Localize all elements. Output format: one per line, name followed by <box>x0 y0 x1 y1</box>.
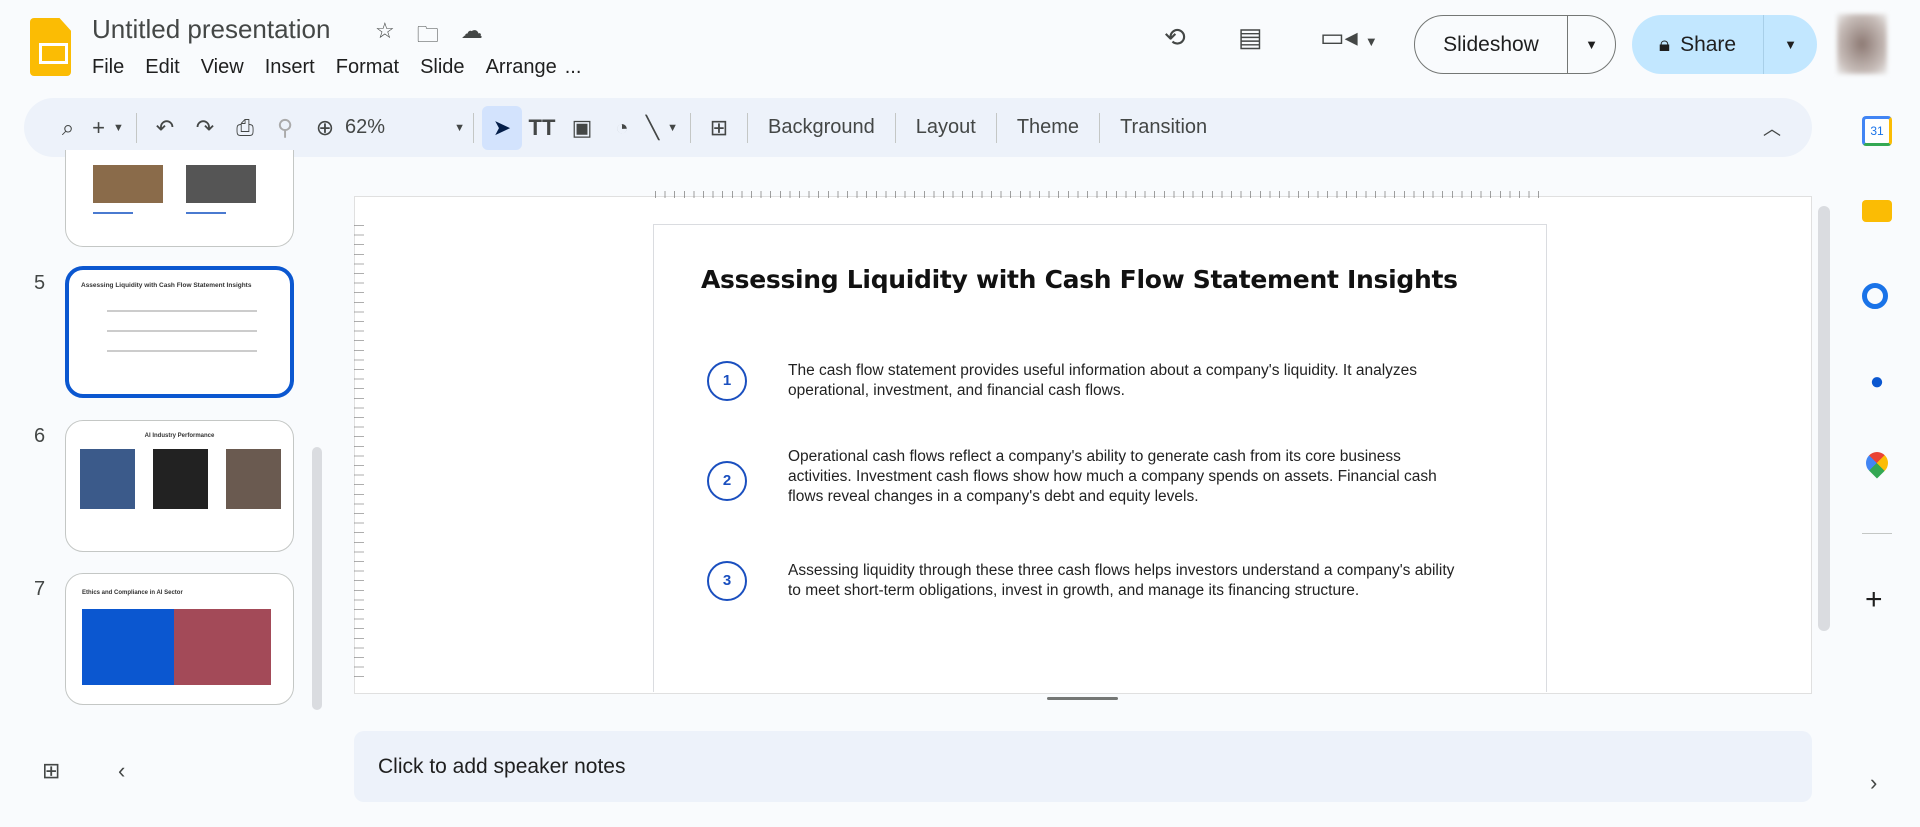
menu-format[interactable]: Format <box>336 56 399 79</box>
step-number-circle: 3 <box>707 561 747 601</box>
slide-number: 7 <box>34 578 46 600</box>
notes-resize-handle[interactable] <box>1047 697 1118 700</box>
meet-icon[interactable]: ▭◂ ▼ <box>1320 22 1378 53</box>
slide-title[interactable]: Assessing Liquidity with Cash Flow State… <box>701 265 1458 294</box>
collapse-toolbar-icon[interactable]: ︿ <box>1752 106 1792 150</box>
move-folder-icon[interactable]: 🗀 <box>417 18 439 56</box>
expand-side-panel-icon[interactable]: › <box>1870 770 1877 796</box>
slide-thumbnail-4[interactable] <box>65 150 294 247</box>
zoom-icon[interactable]: ⊕ <box>305 106 345 150</box>
cloud-saved-icon[interactable]: ☁ <box>461 18 483 56</box>
canvas-scrollbar[interactable] <box>1818 206 1830 631</box>
step-text[interactable]: Assessing liquidity through these three … <box>788 561 1468 601</box>
select-cursor-icon[interactable]: ➤ <box>482 105 522 150</box>
slideshow-dropdown-icon[interactable]: ▼ <box>1568 37 1615 52</box>
menu-more[interactable]: ... <box>565 56 582 79</box>
step-text[interactable]: The cash flow statement provides useful … <box>788 361 1468 401</box>
share-button[interactable]: 🔒︎ Share ▼ <box>1632 15 1817 74</box>
grid-view-icon[interactable]: ⊞ <box>42 758 60 784</box>
menu-bar: File Edit View Insert Format Slide Arran… <box>92 56 602 79</box>
slideshow-button[interactable]: Slideshow ▼ <box>1414 15 1616 74</box>
slideshow-label[interactable]: Slideshow <box>1415 16 1568 73</box>
speaker-notes[interactable]: Click to add speaker notes <box>354 731 1812 802</box>
print-icon[interactable]: ⎙ <box>225 106 265 150</box>
zoom-value: 62% <box>345 116 386 138</box>
menu-insert[interactable]: Insert <box>265 56 315 79</box>
side-panel-divider <box>1862 533 1892 534</box>
step-number-circle: 1 <box>707 361 747 401</box>
text-box-icon[interactable]: TT <box>522 106 562 150</box>
slides-logo[interactable] <box>30 18 71 76</box>
tasks-icon[interactable] <box>1862 283 1888 309</box>
zoom-select[interactable]: 62% ▼ <box>345 106 465 150</box>
new-slide-icon[interactable]: + ▼ <box>88 106 128 150</box>
layout-button[interactable]: Layout <box>904 116 988 139</box>
menu-slide[interactable]: Slide <box>420 56 464 79</box>
menu-view[interactable]: View <box>201 56 244 79</box>
lock-icon: 🔒︎ <box>1658 32 1671 56</box>
avatar[interactable] <box>1837 14 1887 74</box>
calendar-day: 31 <box>1870 124 1884 138</box>
contacts-icon[interactable]: ● <box>1862 368 1892 398</box>
maps-icon[interactable] <box>1861 447 1893 479</box>
filmstrip-scrollbar[interactable] <box>312 447 322 710</box>
paint-format-icon[interactable]: ⚲ <box>265 106 305 150</box>
share-dropdown-icon[interactable]: ▼ <box>1764 37 1817 52</box>
transition-button[interactable]: Transition <box>1108 116 1219 139</box>
theme-button[interactable]: Theme <box>1005 116 1091 139</box>
keep-icon[interactable] <box>1862 200 1892 222</box>
add-comment-icon[interactable]: ⊞ <box>699 106 739 150</box>
image-icon[interactable]: ▣ <box>562 106 602 150</box>
thumbnail-title: Ethics and Compliance in AI Sector <box>82 590 183 596</box>
slide-number: 5 <box>34 272 46 294</box>
step-number-circle: 2 <box>707 461 747 501</box>
thumbnail-title: AI Industry Performance <box>144 433 215 439</box>
slide-thumbnail-7[interactable]: Ethics and Compliance in AI Sector <box>65 573 294 705</box>
menu-edit[interactable]: Edit <box>145 56 179 79</box>
slide-thumbnail-6[interactable]: AI Industry Performance <box>65 420 294 552</box>
menu-arrange[interactable]: Arrange <box>486 56 557 79</box>
menu-file[interactable]: File <box>92 56 124 79</box>
comments-icon[interactable]: ▤ <box>1238 22 1263 53</box>
undo-icon[interactable]: ↶ <box>145 106 185 150</box>
star-icon[interactable]: ☆ <box>375 18 395 56</box>
document-title[interactable]: Untitled presentation <box>92 14 330 45</box>
horizontal-ruler <box>655 191 1545 198</box>
toolbar: ⌕ + ▼ ↶ ↷ ⎙ ⚲ ⊕ 62% ▼ ➤ TT ▣ ◔ ╲ ▼ ⊞ Backgr… <box>24 98 1812 157</box>
calendar-icon[interactable]: 31 <box>1862 116 1892 146</box>
line-icon[interactable]: ╲ ▼ <box>642 106 682 150</box>
slide[interactable]: Assessing Liquidity with Cash Flow State… <box>653 224 1547 692</box>
background-button[interactable]: Background <box>756 116 887 139</box>
step-text[interactable]: Operational cash flows reflect a company… <box>788 447 1468 507</box>
slide-number: 6 <box>34 425 46 447</box>
collapse-filmstrip-icon[interactable]: ‹ <box>118 758 125 784</box>
version-history-icon[interactable]: ⟲ <box>1164 22 1186 53</box>
slide-thumbnail-5[interactable]: Assessing Liquidity with Cash Flow State… <box>65 266 294 398</box>
shape-icon[interactable]: ◔ <box>602 106 642 150</box>
vertical-ruler <box>354 225 364 685</box>
thumbnail-title: Assessing Liquidity with Cash Flow State… <box>81 282 252 289</box>
redo-icon[interactable]: ↷ <box>185 106 225 150</box>
search-icon[interactable]: ⌕ <box>48 106 88 150</box>
share-label: Share <box>1680 32 1737 56</box>
add-addon-icon[interactable]: + <box>1865 583 1883 617</box>
